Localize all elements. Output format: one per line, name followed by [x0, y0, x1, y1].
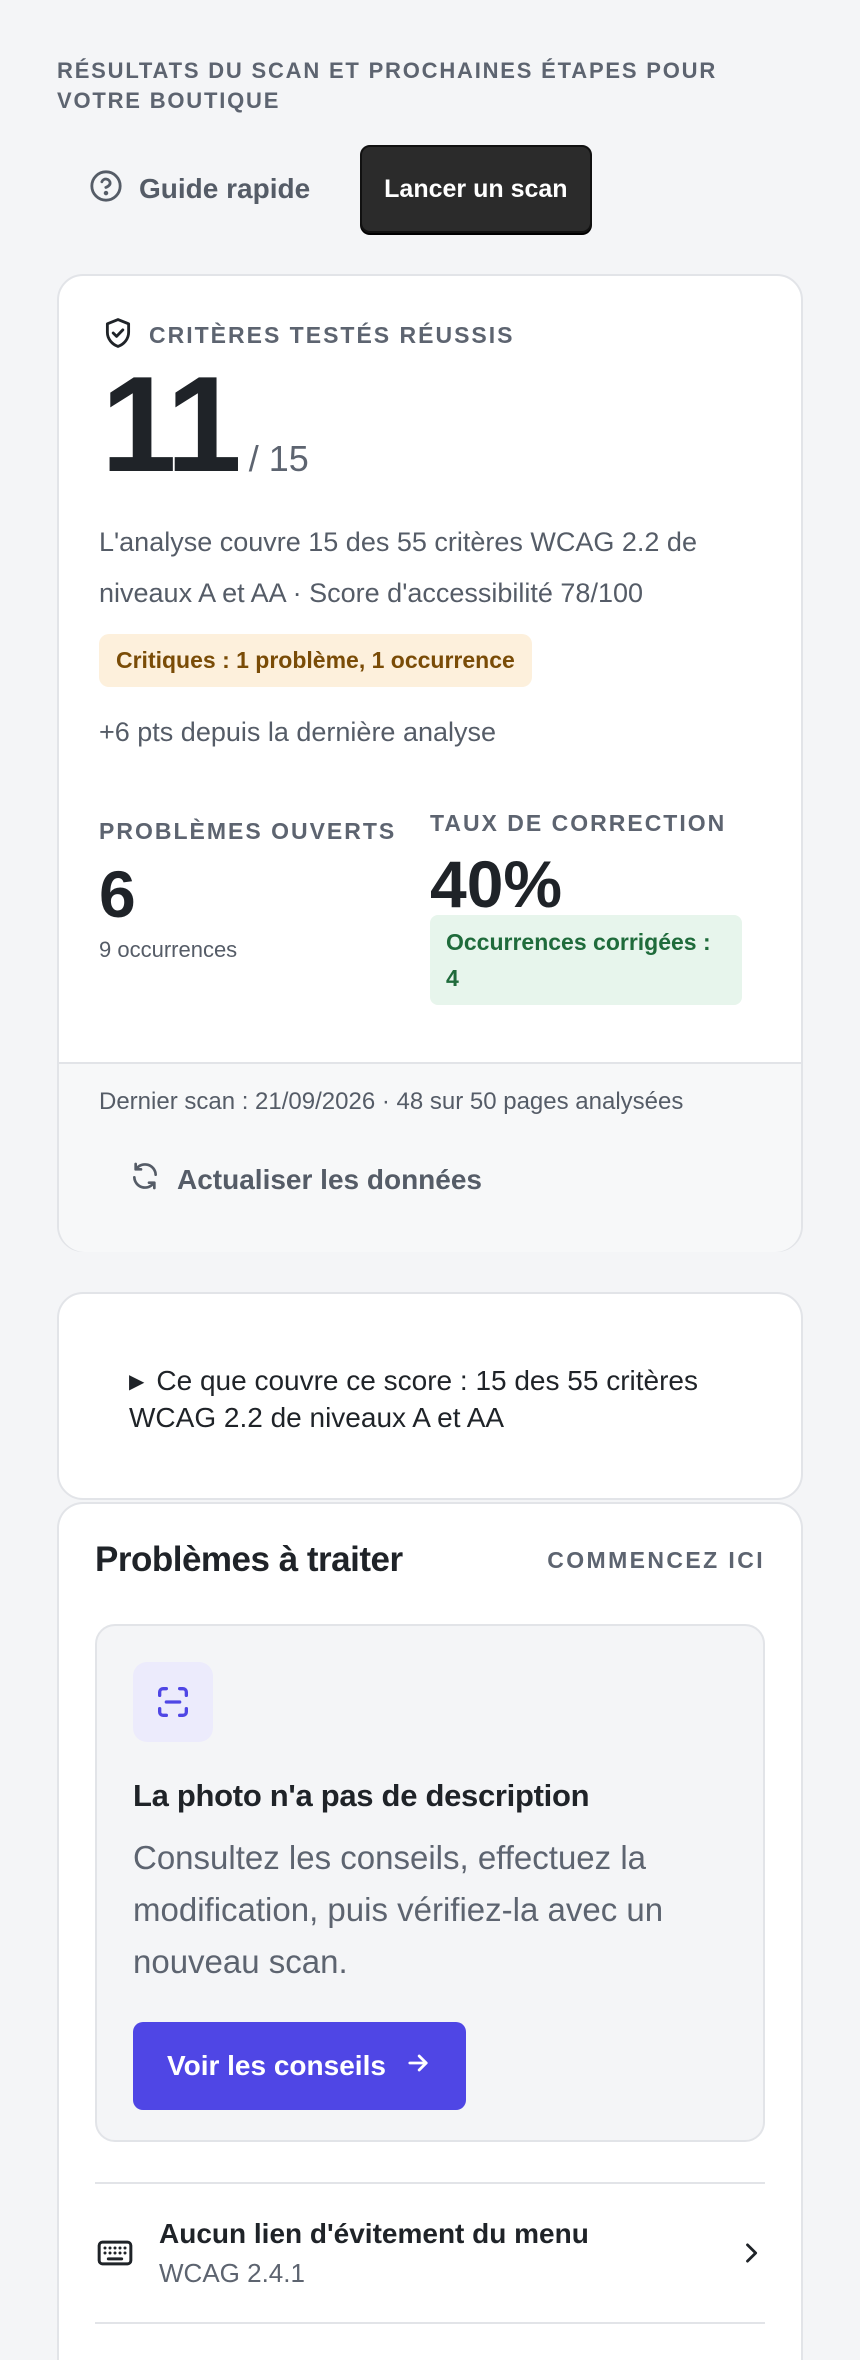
- page: RÉSULTATS DU SCAN ET PROCHAINES ÉTAPES P…: [0, 0, 860, 2360]
- refresh-data-button[interactable]: Actualiser les données: [129, 1160, 761, 1199]
- issues-eyebrow: COMMENCEZ ICI: [547, 1546, 765, 1573]
- issue-row-criterion: WCAG 2.4.1: [159, 2257, 305, 2288]
- open-issues-stat: PROBLÈMES OUVERTS 6 9 occurrences: [99, 818, 430, 1005]
- score-footer: Dernier scan : 21/09/2026 · 48 sur 50 pa…: [59, 1062, 801, 1252]
- view-advice-label: Voir les conseils: [167, 2050, 386, 2081]
- fix-rate-label: TAUX DE CORRECTION: [430, 810, 727, 836]
- issue-row-skip-link[interactable]: Aucun lien d'évitement du menu WCAG 2.4.…: [95, 2182, 765, 2324]
- refresh-icon: [129, 1160, 161, 1199]
- quick-guide-label: Guide rapide: [139, 173, 311, 204]
- arrow-right-icon: [404, 2049, 432, 2084]
- total-criteria-count: / 15: [248, 438, 309, 479]
- featured-issue-title: La photo n'a pas de description: [133, 1778, 590, 1813]
- quick-guide-link[interactable]: Guide rapide: [57, 147, 342, 231]
- score-stats: PROBLÈMES OUVERTS 6 9 occurrences TAUX D…: [99, 810, 761, 1005]
- issues-card: Problèmes à traiter COMMENCEZ ICI La pho…: [57, 1502, 803, 2360]
- score-delta: +6 pts depuis la dernière analyse: [99, 717, 497, 747]
- issue-row-body: Aucun lien d'évitement du menu WCAG 2.4.…: [159, 2218, 735, 2289]
- last-scan-info: Dernier scan : 21/09/2026 · 48 sur 50 pa…: [99, 1088, 684, 1115]
- issue-row-title: Aucun lien d'évitement du menu: [159, 2217, 589, 2249]
- open-issues-label: PROBLÈMES OUVERTS: [99, 818, 397, 844]
- help-circle-icon: [89, 169, 123, 210]
- page-eyebrow: RÉSULTATS DU SCAN ET PROCHAINES ÉTAPES P…: [57, 58, 718, 113]
- open-issues-value: 6: [99, 857, 136, 931]
- score-eyebrow: CRITÈRES TESTÉS RÉUSSIS: [149, 322, 515, 348]
- score-details-text: Ce que couvre ce score : 15 des 55 critè…: [129, 1365, 699, 1433]
- featured-issue-description: Consultez les conseils, effectuez la mod…: [133, 1839, 664, 1980]
- passed-criteria-count: 11: [101, 348, 242, 500]
- refresh-label: Actualiser les données: [177, 1163, 483, 1195]
- fixed-occurrences-badge: Occurrences corrigées : 4: [430, 915, 742, 1005]
- scan-icon: [133, 1662, 213, 1742]
- issues-title: Problèmes à traiter: [95, 1540, 403, 1579]
- issues-header: Problèmes à traiter COMMENCEZ ICI: [95, 1540, 765, 1580]
- chevron-right-icon: [735, 2239, 765, 2267]
- toolbar: Guide rapide Lancer un scan: [57, 144, 803, 234]
- score-details-summary[interactable]: ▶ Ce que couvre ce score : 15 des 55 crit…: [129, 1364, 731, 1435]
- featured-issue: La photo n'a pas de description Consulte…: [95, 1624, 765, 2142]
- keyboard-icon: [95, 2233, 159, 2273]
- view-advice-button[interactable]: Voir les conseils: [133, 2022, 466, 2110]
- critical-badge: Critiques : 1 problème, 1 occurrence: [99, 634, 532, 687]
- fix-rate-value: 40%: [430, 847, 563, 921]
- score-card: CRITÈRES TESTÉS RÉUSSIS 11 / 15 L'analys…: [57, 274, 803, 1252]
- disclosure-triangle-icon: ▶: [129, 1371, 145, 1393]
- open-issues-occurrences: 9 occurrences: [99, 937, 238, 962]
- score-details-disclosure[interactable]: ▶ Ce que couvre ce score : 15 des 55 crit…: [57, 1292, 803, 1500]
- score-description: L'analyse couvre 15 des 55 critères WCAG…: [99, 527, 697, 608]
- fix-rate-stat: TAUX DE CORRECTION 40% Occurrences corri…: [430, 810, 761, 1005]
- score-value: 11 / 15: [101, 348, 761, 500]
- run-scan-button[interactable]: Lancer un scan: [360, 145, 592, 233]
